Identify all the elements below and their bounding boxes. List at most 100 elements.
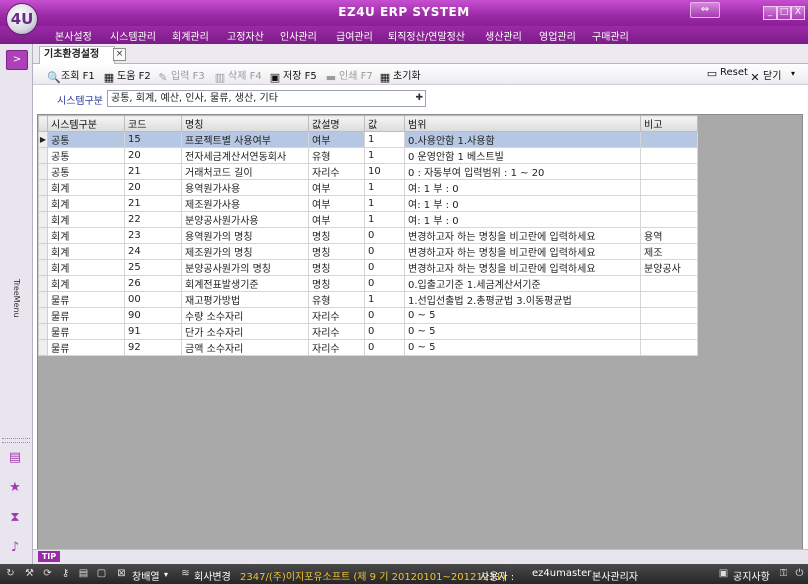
row-indicator[interactable] [38,323,48,340]
cell-name[interactable]: 재고평가방법 [181,291,309,308]
toolbar-overflow-icon[interactable]: ▾ [791,69,795,78]
cell-system-type[interactable]: 회계 [47,195,125,212]
company-change-button[interactable]: 회사변경 [194,568,231,583]
column-header-name[interactable]: 명칭 [181,115,309,132]
cell-value[interactable]: 0 [364,227,405,244]
help-button[interactable]: ▦ 도움 F2 [103,67,151,84]
cell-range[interactable]: 0 ~ 5 [404,307,641,324]
cell-code[interactable]: 91 [124,323,182,340]
cell-system-type[interactable]: 공통 [47,163,125,180]
cell-value-desc[interactable]: 명칭 [308,259,365,276]
cell-name[interactable]: 거래처코드 길이 [181,163,309,180]
notice-icon[interactable]: ▣ [718,568,729,579]
window-arrange-dropdown-icon[interactable]: ▾ [164,570,168,579]
cell-value[interactable]: 0 [364,259,405,276]
search-button[interactable]: 🔍조회 F1 [47,67,95,84]
window-restore-icon[interactable]: ⇔ [690,2,720,18]
cell-value-desc[interactable]: 자리수 [308,307,365,324]
cell-remarks[interactable] [640,307,698,324]
cell-code[interactable]: 26 [124,275,182,292]
table-row[interactable]: 물류 90 수량 소수자리 자리수 0 0 ~ 5 [38,307,698,324]
menu-item-sales[interactable]: 영업관리 [539,28,576,43]
cell-remarks[interactable] [640,323,698,340]
star-icon[interactable]: ★ [4,478,26,498]
row-indicator[interactable] [38,179,48,196]
cell-value[interactable]: 1 [364,179,405,196]
row-indicator[interactable] [38,259,48,276]
table-row[interactable]: 물류 92 금액 소수자리 자리수 0 0 ~ 5 [38,339,698,356]
power-icon[interactable]: ⏻ [794,568,805,579]
row-indicator[interactable] [38,211,48,228]
column-header-value[interactable]: 값 [364,115,405,132]
cell-remarks[interactable] [640,275,698,292]
cell-value-desc[interactable]: 여부 [308,131,365,148]
print-button[interactable]: ▬ 인쇄 F7 [325,67,373,84]
microphone-icon[interactable]: ♪ [4,538,26,558]
cell-name[interactable]: 용역원가의 명칭 [181,227,309,244]
cell-value[interactable]: 1 [364,195,405,212]
table-row[interactable]: 회계 22 분양공사원가사용 여부 1 여: 1 부 : 0 [38,211,698,228]
cell-remarks[interactable] [640,147,698,164]
cell-system-type[interactable]: 물류 [47,323,125,340]
menu-item-hr[interactable]: 인사관리 [280,28,317,43]
input-button[interactable]: ✎ 입력 F3 [157,67,204,84]
cell-system-type[interactable]: 회계 [47,243,125,260]
cell-value[interactable]: 1 [364,131,405,148]
cell-value[interactable]: 1 [364,211,405,228]
cell-value[interactable]: 0 [364,323,405,340]
cell-system-type[interactable]: 회계 [47,179,125,196]
tip-badge[interactable]: TIP [38,551,60,562]
book-icon[interactable]: ▤ [4,448,26,468]
cell-value[interactable]: 0 [364,243,405,260]
cell-code[interactable]: 92 [124,339,182,356]
hourglass-icon[interactable]: ⧗ [4,508,26,528]
cell-range[interactable]: 변경하고자 하는 명칭을 비고란에 입력하세요 [404,243,641,260]
cell-value[interactable]: 10 [364,163,405,180]
cell-value-desc[interactable]: 여부 [308,179,365,196]
cell-value-desc[interactable]: 여부 [308,195,365,212]
minimize-button[interactable]: _ [763,6,777,20]
cell-name[interactable]: 전자세금계산서연동회사 [181,147,309,164]
cell-system-type[interactable]: 물류 [47,339,125,356]
cell-value-desc[interactable]: 명칭 [308,275,365,292]
cell-remarks[interactable] [640,291,698,308]
cell-range[interactable]: 여: 1 부 : 0 [404,211,641,228]
menu-item-production[interactable]: 생산관리 [485,28,522,43]
lock-icon[interactable]: ⚿ [778,568,789,579]
cell-range[interactable]: 여: 1 부 : 0 [404,195,641,212]
cell-code[interactable]: 21 [124,163,182,180]
row-indicator[interactable] [38,243,48,260]
row-indicator[interactable] [38,339,48,356]
cell-value[interactable]: 0 [364,275,405,292]
cell-system-type[interactable]: 물류 [47,307,125,324]
cell-remarks[interactable] [640,163,698,180]
cell-value-desc[interactable]: 유형 [308,147,365,164]
cell-value-desc[interactable]: 자리수 [308,339,365,356]
cell-name[interactable]: 분양공사원가의 명칭 [181,259,309,276]
cell-range[interactable]: 여: 1 부 : 0 [404,179,641,196]
cell-value-desc[interactable]: 여부 [308,211,365,228]
cell-code[interactable]: 25 [124,259,182,276]
window-arrange-menu[interactable]: 창배열 [132,568,160,583]
row-indicator[interactable] [38,163,48,180]
cell-name[interactable]: 용역원가사용 [181,179,309,196]
menu-item-head-office-settings[interactable]: 본사설정 [55,28,92,43]
table-row[interactable]: 회계 20 용역원가사용 여부 1 여: 1 부 : 0 [38,179,698,196]
cell-range[interactable]: 0.입출고기준 1.세금계산서기준 [404,275,641,292]
page-icon[interactable]: ▢ [96,568,107,579]
cell-range[interactable]: 0 ~ 5 [404,323,641,340]
company-change-icon[interactable]: ≋ [180,568,191,579]
cell-range[interactable]: 0 : 자동부여 입력범위 : 1 ~ 20 [404,163,641,180]
cell-name[interactable]: 프로젝트별 사용여부 [181,131,309,148]
cell-code[interactable]: 23 [124,227,182,244]
cell-code[interactable]: 21 [124,195,182,212]
table-row[interactable]: 공통 20 전자세금계산서연동회사 유형 1 0 운영안함 1 베스트빌 [38,147,698,164]
tree-expand-button[interactable]: > [6,50,28,70]
cell-remarks[interactable] [640,179,698,196]
column-header-code[interactable]: 코드 [124,115,182,132]
cell-name[interactable]: 금액 소수자리 [181,339,309,356]
dropdown-arrow-icon[interactable]: ✚ [415,91,423,106]
column-header-range[interactable]: 범위 [404,115,641,132]
cell-value[interactable]: 1 [364,291,405,308]
row-indicator[interactable] [38,291,48,308]
